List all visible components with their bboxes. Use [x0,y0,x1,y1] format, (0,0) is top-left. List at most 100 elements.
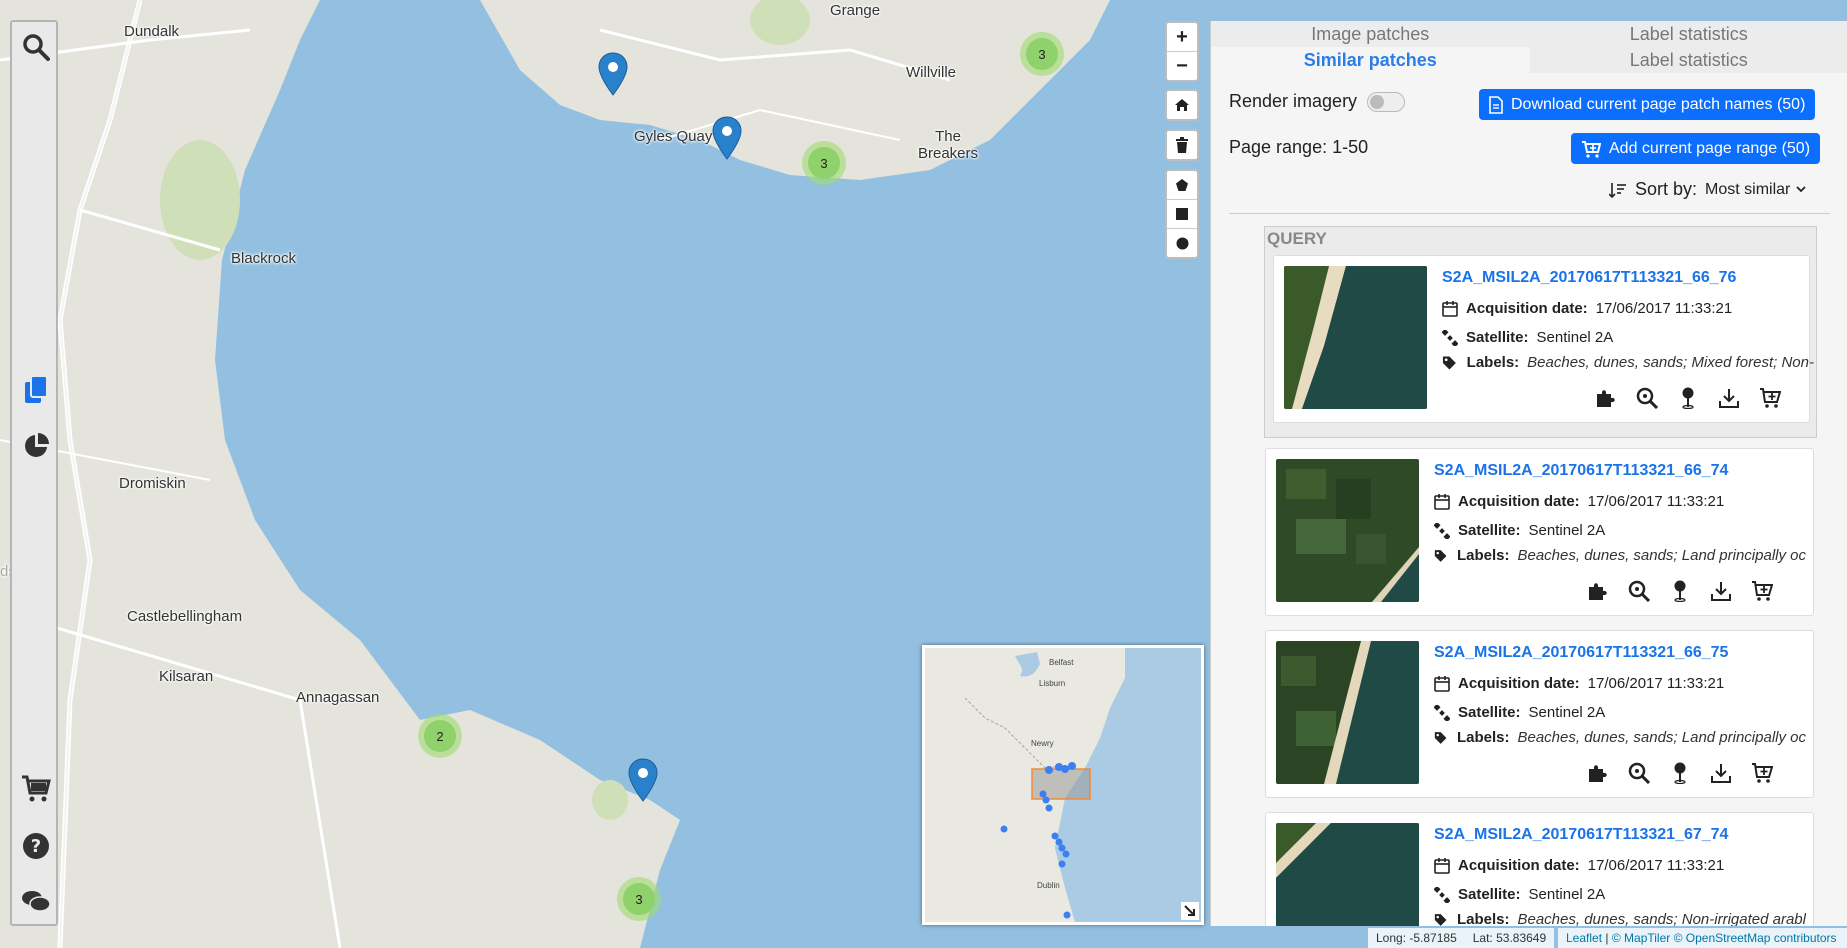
acquisition-date-row: Acquisition date: 17/06/2017 11:33:21 [1434,493,1806,510]
leaflet-link[interactable]: Leaflet [1566,931,1602,945]
place-label: Dundalk [124,23,180,40]
zoom-to-patch-icon[interactable] [1627,761,1651,785]
labels-row: Labels: Beaches, dunes, sands; Land princ… [1434,547,1806,564]
puzzle-icon[interactable] [1586,579,1610,603]
chat-icon[interactable] [21,887,51,917]
add-to-cart-icon[interactable] [1758,386,1782,410]
add-page-range-button[interactable]: Add current page range (50) [1571,133,1821,164]
delete-drawings-button[interactable] [1167,131,1197,159]
patch-thumbnail[interactable] [1276,641,1419,784]
patch-card-query[interactable]: S2A_MSIL2A_20170617T113321_66_76 Acquisi… [1273,255,1814,423]
patch-actions [1586,761,1774,785]
acquisition-date-row: Acquisition date: 17/06/2017 11:33:21 [1434,675,1806,692]
cluster-count: 2 [424,720,456,752]
search-icon[interactable] [21,32,51,62]
acquisition-date-value: 17/06/2017 11:33:21 [1587,675,1725,692]
patch-name-link[interactable]: S2A_MSIL2A_20170617T113321_67_74 [1434,826,1728,844]
draw-polygon-button[interactable] [1167,171,1197,200]
acquisition-date-value: 17/06/2017 11:33:21 [1587,493,1725,510]
sort-label: Sort by: [1635,179,1698,199]
marker-cluster[interactable]: 2 [418,714,462,758]
minimap-base [925,648,1201,922]
labels-label: Labels: [1466,354,1520,371]
acquisition-date-row: Acquisition date: 17/06/2017 11:33:21 [1442,300,1814,317]
map-pin-icon[interactable] [1676,386,1700,410]
add-to-cart-icon[interactable] [1750,579,1774,603]
tab-label-statistics-top[interactable]: Label statistics [1529,21,1847,47]
minimap[interactable]: Belfast Lisburn Newry Dublin [922,645,1204,925]
draw-circle-button[interactable] [1167,229,1197,257]
sort-select[interactable]: Most similar [1705,181,1807,199]
patch-name-link[interactable]: S2A_MSIL2A_20170617T113321_66_74 [1434,462,1728,480]
puzzle-icon[interactable] [1586,761,1610,785]
results-panel: Image patches Label statistics Similar p… [1210,21,1847,926]
add-to-cart-icon[interactable] [1750,761,1774,785]
patch-actions [1594,386,1782,410]
labels-value: Beaches, dunes, sands; Mixed forest; Non… [1527,354,1814,371]
patch-thumbnail[interactable] [1284,266,1427,409]
tab-image-patches[interactable]: Image patches [1211,21,1530,47]
satellite-row: Satellite: Sentinel 2A [1434,704,1806,721]
download-page-names-button[interactable]: Download current page patch names (50) [1479,89,1816,120]
trash-control [1165,129,1199,161]
patch-name-link[interactable]: S2A_MSIL2A_20170617T113321_66_76 [1442,269,1736,287]
patch-card[interactable]: S2A_MSIL2A_20170617T113321_67_74 Acquisi… [1265,812,1814,926]
puzzle-icon[interactable] [1594,386,1618,410]
acquisition-date-value: 17/06/2017 11:33:21 [1595,300,1733,317]
labels-row: Labels: Beaches, dunes, sands; Non-irriga… [1434,911,1806,926]
patch-name-link[interactable]: S2A_MSIL2A_20170617T113321_66_75 [1434,644,1728,662]
zoom-in-button[interactable]: + [1167,23,1197,52]
labels-value: Beaches, dunes, sands; Land principally … [1517,729,1806,746]
satellite-icon [1434,522,1450,539]
tab-label-statistics[interactable]: Label statistics [1529,47,1847,73]
osm-link[interactable]: © OpenStreetMap contributors [1674,931,1837,945]
satellite-value: Sentinel 2A [1528,886,1606,903]
cart-icon[interactable] [21,774,51,804]
tags-icon [1442,356,1456,369]
marker-cluster[interactable]: 3 [802,141,846,185]
home-button[interactable] [1167,91,1197,119]
tab-row-top: Image patches Label statistics [1211,21,1847,47]
place-label: Dromiskin [119,475,186,492]
satellite-label: Satellite: [1458,704,1521,721]
cart-plus-icon [1582,140,1601,158]
map-pin-icon[interactable] [1668,761,1692,785]
draw-control [1165,169,1199,259]
patch-thumbnail[interactable] [1276,823,1419,926]
map-pin-icon[interactable] [712,116,742,160]
zoom-to-patch-icon[interactable] [1635,386,1659,410]
circle-icon [1176,237,1188,249]
download-icon[interactable] [1709,761,1733,785]
help-icon[interactable]: ? [21,831,51,861]
map-pin-icon[interactable] [628,758,658,802]
patch-thumbnail[interactable] [1276,459,1419,602]
latitude-value: Lat: 53.83649 [1472,931,1547,945]
labels-row: Labels: Beaches, dunes, sands; Land princ… [1434,729,1806,746]
tags-icon [1434,913,1447,926]
place-label: Willville [906,64,956,81]
longitude-value: Long: -5.87185 [1376,931,1457,945]
pie-chart-icon[interactable] [21,431,51,461]
zoom-to-patch-icon[interactable] [1627,579,1651,603]
download-icon[interactable] [1709,579,1733,603]
svg-text:?: ? [31,836,41,857]
map-pin-icon[interactable] [598,52,628,96]
calendar-icon [1442,300,1458,317]
patch-card[interactable]: S2A_MSIL2A_20170617T113321_66_74 Acquisi… [1265,448,1814,616]
documents-icon[interactable] [21,375,51,405]
map-pin-icon[interactable] [1668,579,1692,603]
tab-similar-patches[interactable]: Similar patches [1211,47,1530,73]
acquisition-date-label: Acquisition date: [1458,493,1580,510]
patch-card[interactable]: S2A_MSIL2A_20170617T113321_66_75 Acquisi… [1265,630,1814,798]
marker-cluster[interactable]: 3 [617,877,661,921]
draw-rectangle-button[interactable] [1167,200,1197,229]
satellite-row: Satellite: Sentinel 2A [1442,329,1814,346]
minimap-toggle-button[interactable] [1181,902,1199,920]
render-imagery-toggle[interactable] [1367,92,1406,113]
home-icon [1175,99,1189,111]
maptiler-link[interactable]: © MapTiler [1612,931,1670,945]
marker-cluster[interactable]: 3 [1020,32,1064,76]
place-label: Gyles Quay [634,128,713,145]
zoom-out-button[interactable]: − [1167,52,1197,80]
download-icon[interactable] [1717,386,1741,410]
